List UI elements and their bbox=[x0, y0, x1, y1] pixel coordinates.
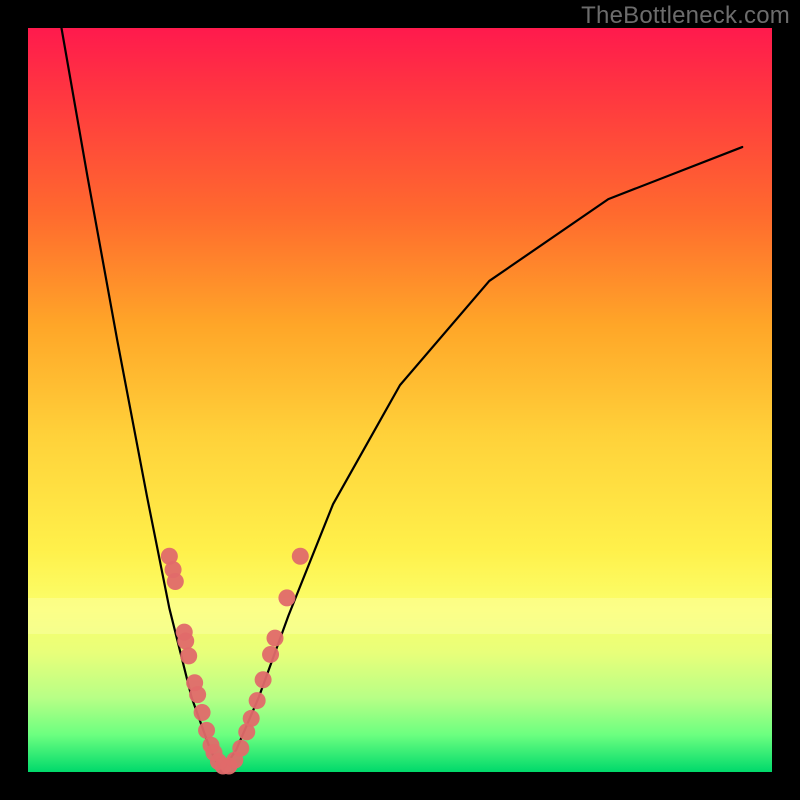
watermark-text: TheBottleneck.com bbox=[581, 2, 790, 30]
chart-container: TheBottleneck.com bbox=[0, 0, 800, 800]
plot-area bbox=[28, 28, 772, 772]
highlight-band bbox=[28, 598, 772, 634]
